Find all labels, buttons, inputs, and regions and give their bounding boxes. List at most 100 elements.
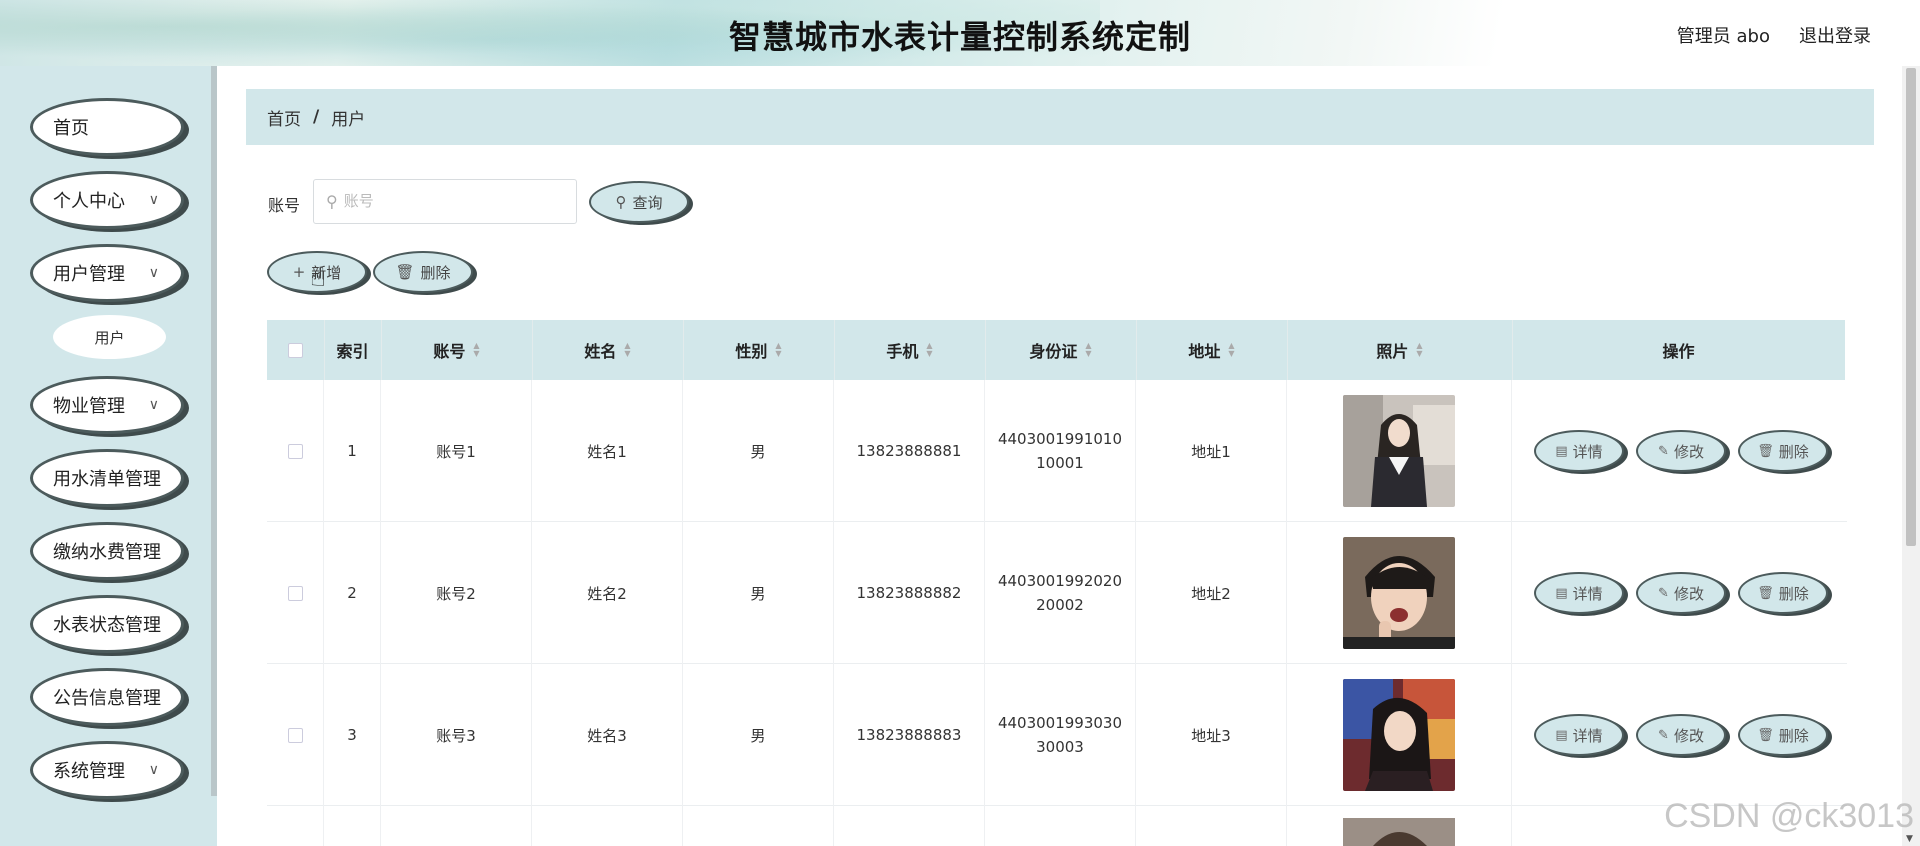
cell-index: 2 xyxy=(324,522,381,664)
edit-icon: ✎ xyxy=(1658,727,1669,743)
sidebar-subitem-user[interactable]: 用户 xyxy=(53,315,166,359)
idcard-line-2: 20002 xyxy=(1036,596,1084,614)
idcard-line-2: 10001 xyxy=(1036,454,1084,472)
edit-button-label: 修改 xyxy=(1673,442,1704,461)
sidebar-item-property-management[interactable]: 物业管理 ∨ xyxy=(30,376,184,434)
idcard-line-1: 4403001991010 xyxy=(997,430,1123,448)
trash-icon: 🗑 xyxy=(1757,443,1774,459)
sidebar-item-label: 系统管理 xyxy=(53,761,125,782)
hand-cursor-icon: ☝ xyxy=(310,263,326,293)
detail-button[interactable]: ▤ 详情 xyxy=(1534,430,1624,472)
breadcrumb-home[interactable]: 首页 xyxy=(267,105,301,130)
search-field[interactable]: ⚲ xyxy=(313,179,577,224)
query-button[interactable]: ⚲ 查询 xyxy=(589,181,689,223)
sort-icon[interactable]: ▲ ▼ xyxy=(775,342,781,358)
document-icon: ▤ xyxy=(1555,727,1568,743)
sidebar-item-system-management[interactable]: 系统管理 ∨ xyxy=(30,741,184,799)
cell-actions: ▤ 详情 ✎ 修改 🗑 删除 xyxy=(1512,664,1847,806)
sidebar-item-home[interactable]: 首页 xyxy=(30,98,184,156)
delete-button[interactable]: 🗑 删除 xyxy=(1738,714,1828,756)
user-photo[interactable] xyxy=(1343,679,1455,791)
cell-name xyxy=(532,806,683,846)
cell-index: 3 xyxy=(324,664,381,806)
column-header-address[interactable]: 地址 ▲ ▼ xyxy=(1136,320,1287,380)
sidebar-item-personal-center[interactable]: 个人中心 ∨ xyxy=(30,171,184,229)
sidebar-item-meter-status-management[interactable]: 水表状态管理 xyxy=(30,595,184,653)
column-header-name[interactable]: 姓名 ▲ ▼ xyxy=(532,320,683,380)
delete-button[interactable]: 🗑 删除 xyxy=(1738,572,1828,614)
document-icon: ▤ xyxy=(1555,443,1568,459)
cell-index: 1 xyxy=(324,380,381,522)
batch-delete-button[interactable]: 🗑 删除 xyxy=(373,251,473,293)
column-header-gender[interactable]: 性别 ▲ ▼ xyxy=(683,320,834,380)
cell-name: 姓名2 xyxy=(532,522,683,664)
scrollbar-thumb[interactable] xyxy=(1906,68,1916,546)
top-header: 智慧城市水表计量控制系统定制 管理员 abo 退出登录 xyxy=(0,0,1920,66)
column-header-label: 姓名 xyxy=(584,342,617,361)
user-photo[interactable] xyxy=(1343,395,1455,507)
detail-button[interactable]: ▤ 详情 xyxy=(1534,572,1624,614)
sidebar-item-user-management[interactable]: 用户管理 ∨ xyxy=(30,244,184,302)
column-header-phone[interactable]: 手机 ▲ ▼ xyxy=(834,320,985,380)
chevron-down-icon: ∨ xyxy=(148,762,159,778)
cell-address: 地址3 xyxy=(1136,664,1287,806)
sidebar-item-notice-management[interactable]: 公告信息管理 xyxy=(30,668,184,726)
cell-address xyxy=(1136,806,1287,846)
current-user-label: 管理员 abo xyxy=(1676,26,1770,47)
sidebar-item-label: 用户管理 xyxy=(53,264,125,285)
user-photo[interactable] xyxy=(1343,818,1455,846)
cell-phone: 13823888883 xyxy=(834,664,985,806)
column-header-label: 账号 xyxy=(433,342,466,361)
edit-button[interactable]: ✎ 修改 xyxy=(1636,430,1726,472)
table-row: 3 账号3 姓名3 男 13823888883 4403001993030 300… xyxy=(267,664,1847,806)
sidebar-scrollbar[interactable] xyxy=(211,66,217,796)
column-header-account[interactable]: 账号 ▲ ▼ xyxy=(381,320,532,380)
cell-account: 账号1 xyxy=(381,380,532,522)
column-header-label: 身份证 xyxy=(1029,342,1078,361)
select-all-checkbox[interactable] xyxy=(288,342,303,358)
sidebar-item-water-usage-management[interactable]: 用水清单管理 xyxy=(30,449,184,507)
edit-button[interactable]: ✎ 修改 xyxy=(1636,572,1726,614)
edit-button-label: 修改 xyxy=(1673,584,1704,603)
page-scrollbar[interactable]: ▼ xyxy=(1902,66,1920,846)
row-checkbox-cell xyxy=(267,522,324,664)
row-checkbox[interactable] xyxy=(287,727,303,743)
search-input[interactable] xyxy=(343,193,544,210)
sort-icon[interactable]: ▲ ▼ xyxy=(624,342,630,358)
logout-link[interactable]: 退出登录 xyxy=(1799,22,1871,48)
edit-button[interactable]: ✎ 修改 xyxy=(1636,714,1726,756)
sort-icon[interactable]: ▲ ▼ xyxy=(926,342,932,358)
column-header-label: 索引 xyxy=(336,342,369,361)
sidebar-item-label: 个人中心 xyxy=(53,191,125,212)
detail-button[interactable]: ▤ 详情 xyxy=(1534,714,1624,756)
cell-address: 地址1 xyxy=(1136,380,1287,522)
watermark: CSDN @ck3013 xyxy=(1664,797,1914,835)
detail-button-label: 详情 xyxy=(1572,442,1603,461)
table-row: 1 账号1 姓名1 男 13823888881 4403001991010 100… xyxy=(267,380,1847,522)
cell-phone: 13823888881 xyxy=(834,380,985,522)
user-photo[interactable] xyxy=(1343,537,1455,649)
cell-actions: ▤ 详情 ✎ 修改 🗑 删除 xyxy=(1512,380,1847,522)
table-header: 索引 账号 ▲ ▼ 姓名 ▲ ▼ 性别 ▲ ▼ 手机 ▲ ▼ 身份证 ▲ ▼ 地址 ▲ xyxy=(267,320,1845,380)
cell-gender: 男 xyxy=(683,664,834,806)
cell-photo xyxy=(1287,380,1512,522)
search-label: 账号 xyxy=(268,196,301,215)
row-checkbox[interactable] xyxy=(287,585,303,601)
column-header-label: 手机 xyxy=(886,342,919,361)
column-header-idcard[interactable]: 身份证 ▲ ▼ xyxy=(985,320,1136,380)
cell-account: 账号3 xyxy=(381,664,532,806)
cell-idcard xyxy=(985,806,1136,846)
sort-icon[interactable]: ▲ ▼ xyxy=(1228,342,1234,358)
detail-button-label: 详情 xyxy=(1572,584,1603,603)
sort-icon[interactable]: ▲ ▼ xyxy=(473,342,479,358)
sort-icon[interactable]: ▲ ▼ xyxy=(1085,342,1091,358)
trash-icon: 🗑 xyxy=(395,263,415,281)
delete-button[interactable]: 🗑 删除 xyxy=(1738,430,1828,472)
delete-button-label: 删除 xyxy=(1778,726,1809,745)
sort-icon[interactable]: ▲ ▼ xyxy=(1416,342,1422,358)
sidebar-item-label: 公告信息管理 xyxy=(53,688,161,709)
cell-idcard: 4403001993030 30003 xyxy=(985,664,1136,806)
row-checkbox[interactable] xyxy=(287,443,303,459)
sidebar-item-water-fee-management[interactable]: 缴纳水费管理 xyxy=(30,522,184,580)
column-header-photo[interactable]: 照片 ▲ ▼ xyxy=(1287,320,1512,380)
